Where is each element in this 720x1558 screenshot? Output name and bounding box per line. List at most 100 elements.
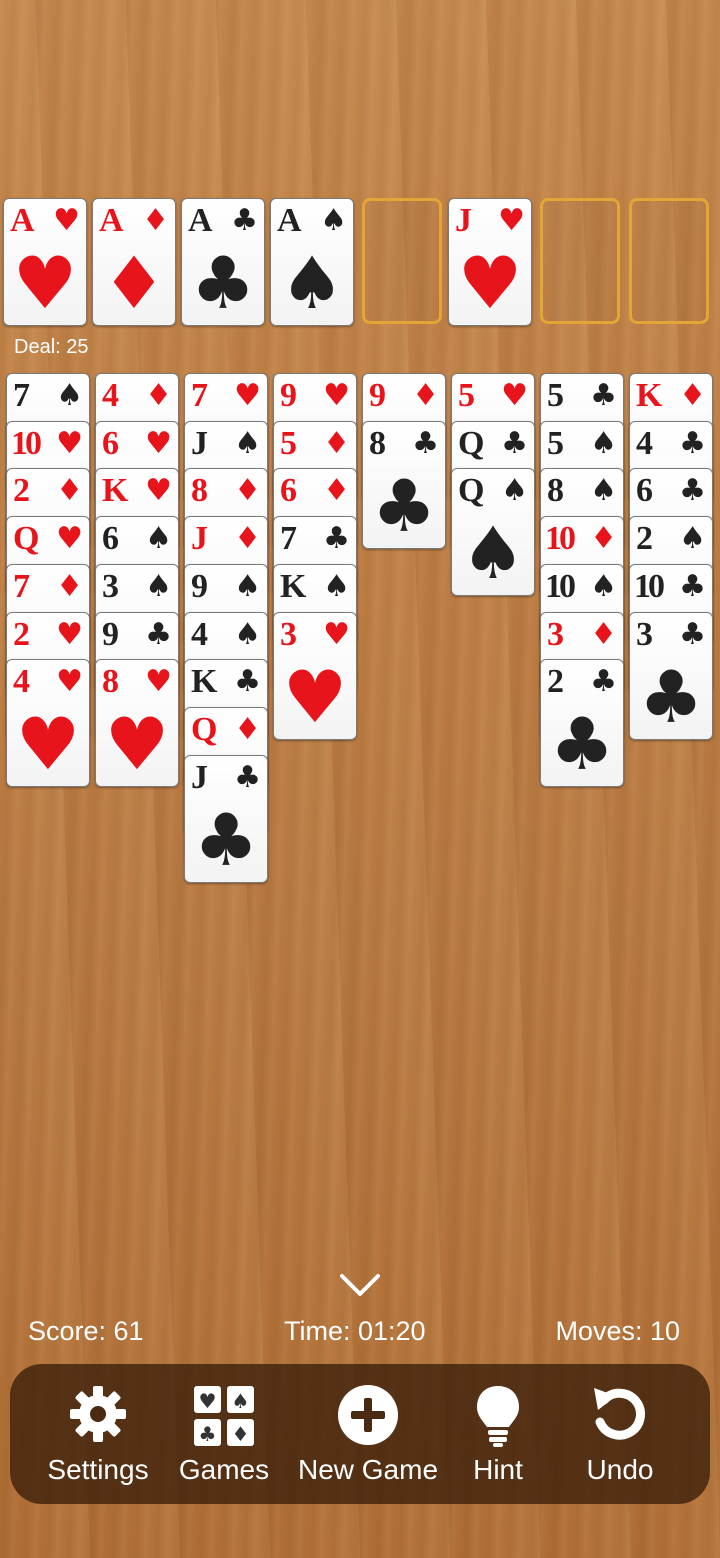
card-suit-icon: ♣: [679, 426, 706, 461]
card-suit-icon: ♣: [590, 378, 617, 413]
card-rank: A: [188, 202, 213, 239]
card-center-suit-icon: ♥: [15, 702, 81, 786]
card-rank: 10: [545, 568, 576, 605]
card-rank: K: [636, 377, 663, 414]
card-suit-icon: ♠: [590, 473, 617, 508]
hint-label: Hint: [473, 1454, 523, 1485]
card-center-suit-icon: ♥: [12, 241, 78, 325]
card-suit-icon: ♦: [56, 473, 83, 508]
new-game-button[interactable]: New Game: [290, 1364, 446, 1504]
card-rank: A: [277, 202, 302, 239]
card-rank: 7: [280, 520, 297, 557]
new-game-label: New Game: [297, 1454, 439, 1485]
settings-label: Settings: [47, 1454, 149, 1485]
card-rank: 9: [102, 616, 119, 653]
tableau-card[interactable]: Q ♠ ♠: [451, 468, 535, 596]
undo-button[interactable]: Undo: [570, 1364, 670, 1504]
card-rank: 2: [547, 663, 564, 700]
foundation-card[interactable]: A ♣ ♣: [181, 198, 265, 326]
svg-text:♥: ♥: [199, 1389, 217, 1413]
empty-free-cell[interactable]: [629, 198, 709, 324]
tableau-card[interactable]: 2 ♣ ♣: [540, 659, 624, 787]
svg-text:♦: ♦: [232, 1422, 250, 1446]
card-suit-icon: ♦: [142, 203, 169, 238]
card-rank: 3: [102, 568, 119, 605]
card-suit-icon: ♥: [498, 203, 525, 238]
card-rank: 9: [191, 568, 208, 605]
foundation-card[interactable]: A ♠ ♠: [270, 198, 354, 326]
tableau-card[interactable]: 8 ♣ ♣: [362, 421, 446, 549]
foundation-card[interactable]: A ♥ ♥: [3, 198, 87, 326]
card-rank: Q: [458, 425, 485, 462]
card-rank: 5: [458, 377, 475, 414]
card-suit-icon: ♦: [590, 617, 617, 652]
card-suit-icon: ♥: [145, 664, 172, 699]
tableau-card[interactable]: 3 ♥ ♥: [273, 612, 357, 740]
card-center-suit-icon: ♥: [282, 655, 348, 739]
card-rank: 7: [13, 377, 30, 414]
card-center-suit-icon: ♣: [549, 702, 615, 786]
card-suit-icon: ♠: [590, 426, 617, 461]
card-rank: 2: [13, 616, 30, 653]
card-rank: 4: [102, 377, 119, 414]
card-rank: 5: [547, 377, 564, 414]
card-suit-icon: ♦: [412, 378, 439, 413]
card-rank: 8: [102, 663, 119, 700]
bottom-toolbar: Settings ♥ ♠ ♣ ♦ Games New Game Hint Und…: [10, 1364, 710, 1504]
card-rank: 4: [636, 425, 653, 462]
games-label: Games: [178, 1454, 270, 1485]
chevron-down-icon[interactable]: [338, 1270, 382, 1300]
tableau-card[interactable]: 3 ♣ ♣: [629, 612, 713, 740]
tableau-card[interactable]: 4 ♥ ♥: [6, 659, 90, 787]
card-suit-icon: ♣: [145, 617, 172, 652]
card-suit-icon: ♦: [234, 521, 261, 556]
card-rank: 3: [636, 616, 653, 653]
card-rank: 7: [191, 377, 208, 414]
hint-button[interactable]: Hint: [458, 1364, 538, 1504]
card-rank: 10: [545, 520, 576, 557]
card-suit-icon: ♠: [234, 617, 261, 652]
games-button[interactable]: ♥ ♠ ♣ ♦ Games: [170, 1364, 278, 1504]
empty-free-cell[interactable]: [362, 198, 442, 324]
card-rank: 2: [636, 520, 653, 557]
card-suit-icon: ♥: [145, 426, 172, 461]
card-suit-icon: ♦: [56, 569, 83, 604]
card-suit-icon: ♦: [234, 712, 261, 747]
card-suit-icon: ♣: [323, 521, 350, 556]
plus-circle-icon: [338, 1385, 398, 1445]
settings-button[interactable]: Settings: [34, 1364, 162, 1504]
card-rank: 4: [191, 616, 208, 653]
tableau-card[interactable]: J ♣ ♣: [184, 755, 268, 883]
card-suit-icon: ♣: [679, 473, 706, 508]
card-rank: 6: [102, 425, 119, 462]
card-rank: K: [191, 663, 218, 700]
card-rank: J: [191, 425, 208, 462]
free-cell-card[interactable]: J ♥ ♥: [448, 198, 532, 326]
empty-free-cell[interactable]: [540, 198, 620, 324]
card-center-suit-icon: ♣: [193, 798, 259, 882]
card-rank: 3: [547, 616, 564, 653]
card-rank: J: [191, 520, 208, 557]
foundation-card[interactable]: A ♦ ♦: [92, 198, 176, 326]
card-suit-icon: ♥: [56, 521, 83, 556]
card-suit-icon: ♦: [323, 473, 350, 508]
card-suit-icon: ♣: [234, 760, 261, 795]
card-rank: Q: [191, 711, 218, 748]
card-suit-icon: ♦: [679, 378, 706, 413]
undo-icon: [594, 1388, 645, 1440]
tableau-card[interactable]: 8 ♥ ♥: [95, 659, 179, 787]
gear-icon: [70, 1386, 126, 1442]
deal-counter: Deal: 25: [14, 336, 89, 358]
card-rank: 3: [280, 616, 297, 653]
card-rank: J: [455, 202, 472, 239]
card-suit-icon: ♣: [501, 426, 528, 461]
card-center-suit-icon: ♦: [101, 241, 167, 325]
card-rank: 8: [191, 472, 208, 509]
card-suit-icon: ♠: [145, 569, 172, 604]
card-rank: 7: [13, 568, 30, 605]
card-center-suit-icon: ♥: [457, 241, 523, 325]
card-rank: Q: [458, 472, 485, 509]
card-center-suit-icon: ♠: [460, 511, 526, 595]
card-rank: Q: [13, 520, 40, 557]
card-suit-icon: ♥: [501, 378, 528, 413]
